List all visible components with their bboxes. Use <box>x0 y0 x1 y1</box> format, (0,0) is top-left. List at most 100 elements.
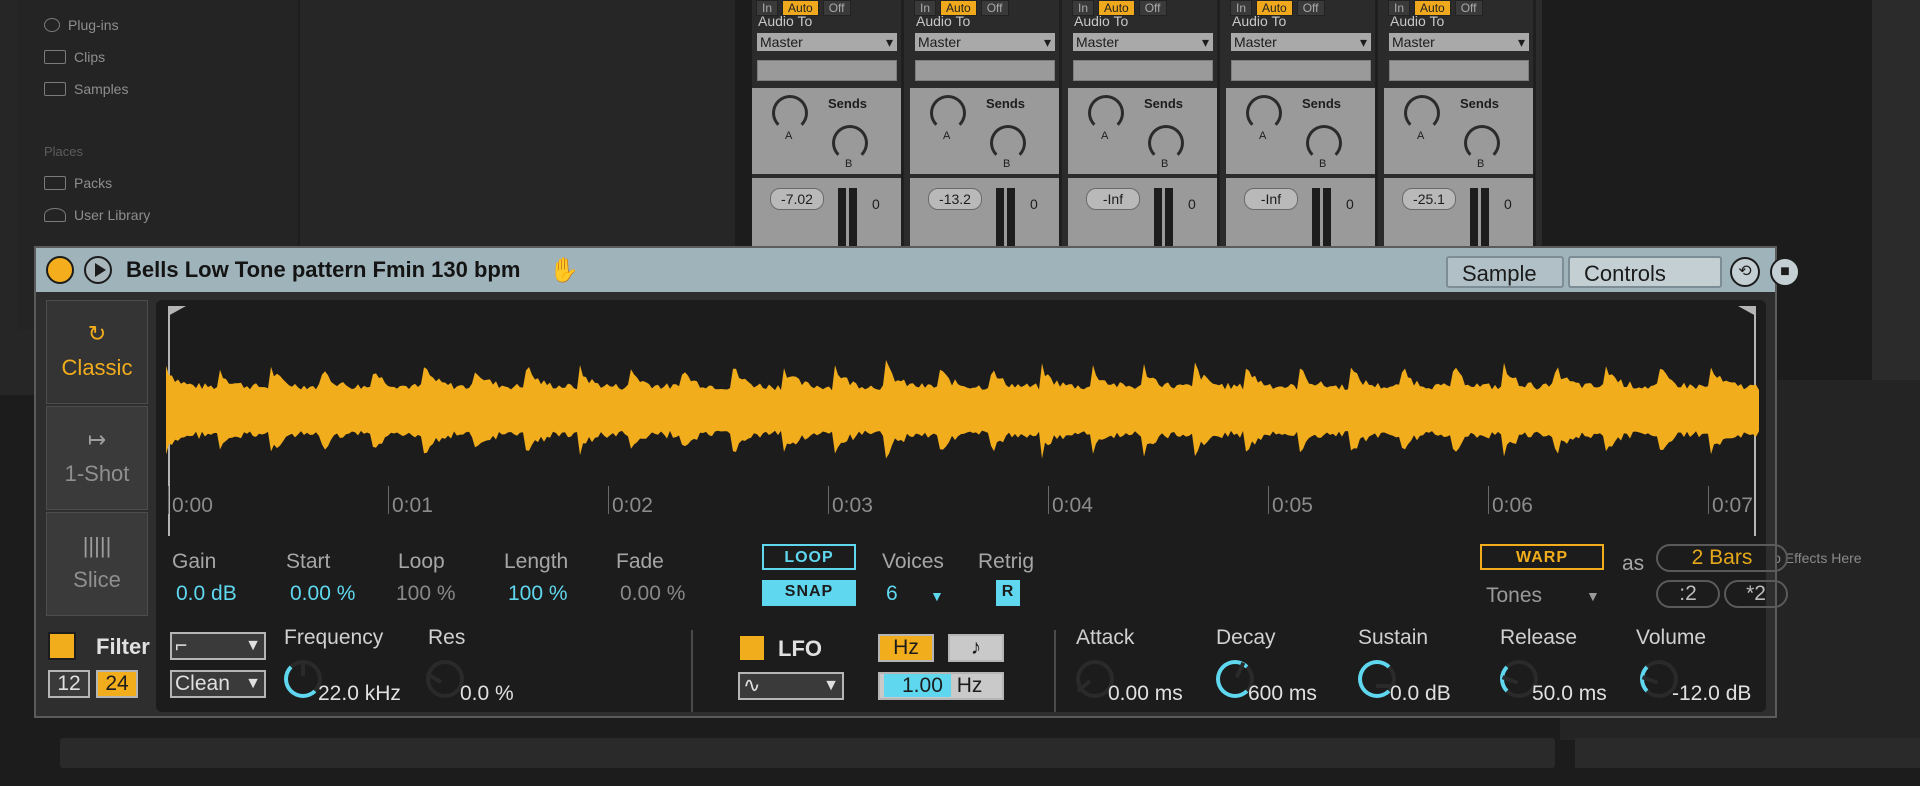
lfo-hz-button[interactable]: Hz <box>878 634 934 662</box>
controls-section: Filter ⌐ 12 24 Clean Frequency 22.0 kHz … <box>36 620 1775 720</box>
sends-label: Sends <box>1302 96 1342 111</box>
track-volume-field[interactable]: -13.2 <box>928 188 982 210</box>
send-a-knob[interactable] <box>1404 95 1440 131</box>
snap-toggle-button[interactable]: SNAP <box>762 580 856 606</box>
browser-item-packs[interactable]: Packs <box>44 172 112 194</box>
retrig-label: Retrig <box>978 550 1035 573</box>
hand-icon[interactable]: ✋ <box>549 256 579 285</box>
sends-label: Sends <box>1144 96 1184 111</box>
audio-to-channel-dropdown[interactable] <box>1389 60 1529 81</box>
audio-to-dropdown[interactable]: Master ▾ <box>1389 33 1529 51</box>
lfo-rate-field[interactable]: 1.00 Hz <box>878 672 1004 700</box>
mode-classic-button[interactable]: ↻ Classic <box>46 300 148 404</box>
hot-swap-icon[interactable]: ⟲ <box>1730 257 1760 287</box>
as-label: as <box>1622 552 1645 575</box>
lfo-sync-note-button[interactable]: ♪ <box>948 634 1004 662</box>
device-power-button[interactable] <box>46 256 74 284</box>
audio-to-label: Audio To <box>1390 13 1445 29</box>
lfo-rate-value: 1.00 <box>884 674 951 697</box>
audio-to-dropdown[interactable]: Master ▾ <box>1231 33 1371 51</box>
chevron-down-icon: ▾ <box>1517 34 1525 50</box>
level-meter <box>838 188 846 248</box>
start-value[interactable]: 0.00 % <box>290 582 355 606</box>
tab-sample[interactable]: Sample <box>1446 256 1564 288</box>
warp-bars-field[interactable]: 2 Bars <box>1656 544 1788 572</box>
mode-one-shot-button[interactable]: ↦ 1-Shot <box>46 406 148 510</box>
send-b-knob[interactable] <box>1148 125 1184 161</box>
peak-value: 0 <box>872 196 880 212</box>
sends-area <box>752 88 901 174</box>
send-a-knob[interactable] <box>930 95 966 131</box>
send-b-knob[interactable] <box>1306 125 1342 161</box>
browser-item-label: Samples <box>74 81 129 97</box>
audio-to-dropdown[interactable]: Master ▾ <box>915 33 1055 51</box>
monitor-off-button[interactable]: Off <box>1138 0 1167 16</box>
send-b-knob[interactable] <box>990 125 1026 161</box>
browser-item-samples[interactable]: Samples <box>44 78 128 100</box>
mixer-strip: In Auto Off Audio To Master ▾ Sends A B -13.2 0 <box>910 0 1062 250</box>
slope-24-button[interactable]: 24 <box>96 670 138 698</box>
slope-12-button[interactable]: 12 <box>48 670 90 698</box>
track-volume-field[interactable]: -Inf <box>1244 188 1298 210</box>
retrig-button[interactable]: R <box>996 580 1020 606</box>
voices-value[interactable]: 6 <box>886 582 898 606</box>
track-volume-field[interactable]: -7.02 <box>770 188 824 210</box>
halve-tempo-button[interactable]: :2 <box>1656 580 1720 608</box>
fade-value[interactable]: 0.00 % <box>620 582 685 606</box>
status-bar <box>60 738 1555 768</box>
audio-to-channel-dropdown[interactable] <box>915 60 1055 81</box>
warp-mode-dropdown[interactable]: Tones <box>1486 584 1542 608</box>
audio-to-channel-dropdown[interactable] <box>1073 60 1213 81</box>
audio-to-dropdown[interactable]: Master ▾ <box>757 33 897 51</box>
peak-value: 0 <box>1346 196 1354 212</box>
sustain-value: 0.0 dB <box>1390 682 1451 705</box>
warp-toggle-button[interactable]: WARP <box>1480 544 1604 570</box>
monitor-off-button[interactable]: Off <box>1454 0 1483 16</box>
preview-play-button[interactable] <box>84 256 112 284</box>
attack-value: 0.00 ms <box>1108 682 1183 705</box>
monitor-off-button[interactable]: Off <box>980 0 1009 16</box>
warp-mode-chevron-icon[interactable]: ▼ <box>1586 588 1600 604</box>
audio-to-dropdown[interactable]: Master ▾ <box>1073 33 1213 51</box>
browser-item-plugins[interactable]: Plug-ins <box>44 14 119 36</box>
send-a-knob[interactable] <box>1246 95 1282 131</box>
send-b-knob[interactable] <box>832 125 868 161</box>
gain-value[interactable]: 0.0 dB <box>176 582 237 606</box>
length-label: Length <box>504 550 569 573</box>
browser-item-clips[interactable]: Clips <box>44 46 105 68</box>
lfo-waveform-dropdown[interactable]: ∿ <box>738 672 844 700</box>
monitor-off-button[interactable]: Off <box>1296 0 1325 16</box>
fade-label: Fade <box>616 550 664 573</box>
frequency-knob[interactable] <box>284 660 322 698</box>
loop-toggle-button[interactable]: LOOP <box>762 544 856 570</box>
chevron-down-icon: ▾ <box>1043 34 1051 50</box>
start-marker[interactable] <box>168 306 186 316</box>
attack-label: Attack <box>1076 626 1135 649</box>
browser-item-user-library[interactable]: User Library <box>44 204 150 226</box>
length-value[interactable]: 100 % <box>508 582 568 606</box>
mode-slice-button[interactable]: ||||| Slice <box>46 512 148 616</box>
filter-type-dropdown[interactable]: ⌐ <box>170 632 266 660</box>
route-value: Master <box>1076 34 1119 50</box>
double-tempo-button[interactable]: *2 <box>1724 580 1788 608</box>
send-a-knob[interactable] <box>772 95 808 131</box>
track-volume-field[interactable]: -25.1 <box>1402 188 1456 210</box>
audio-to-channel-dropdown[interactable] <box>1231 60 1371 81</box>
save-preset-icon[interactable]: ■ <box>1770 257 1800 287</box>
monitor-off-button[interactable]: Off <box>822 0 851 16</box>
send-a-knob[interactable] <box>1088 95 1124 131</box>
audio-to-label: Audio To <box>1074 13 1129 29</box>
voices-dropdown-icon[interactable]: ▼ <box>930 588 944 604</box>
filter-label: Filter <box>96 634 150 659</box>
route-value: Master <box>1392 34 1435 50</box>
route-value: Master <box>1234 34 1277 50</box>
tab-controls[interactable]: Controls <box>1568 256 1722 288</box>
filter-circuit-dropdown[interactable]: Clean <box>170 670 266 698</box>
filter-toggle[interactable] <box>48 632 76 660</box>
send-b-knob[interactable] <box>1464 125 1500 161</box>
res-knob[interactable] <box>426 660 464 698</box>
lfo-toggle[interactable] <box>738 634 766 662</box>
loop-value[interactable]: 100 % <box>396 582 456 606</box>
audio-to-channel-dropdown[interactable] <box>757 60 897 81</box>
track-volume-field[interactable]: -Inf <box>1086 188 1140 210</box>
